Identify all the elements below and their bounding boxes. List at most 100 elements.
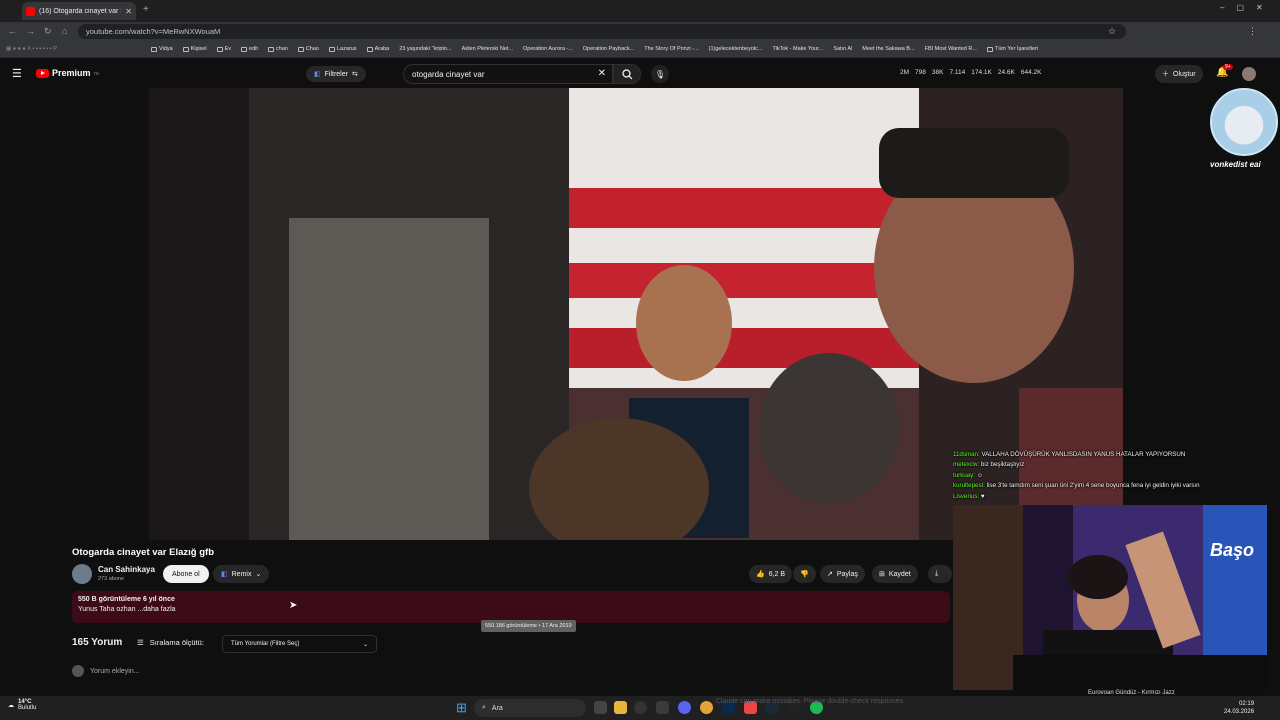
- bookmark-item[interactable]: FBI Most Wanted R...: [925, 46, 977, 52]
- bookmarks-bar: ▦ ● ● ● X ▪ ▪ ▪ ▪ ▪ ▪ P Vidya Kişisel Ev…: [0, 41, 1280, 58]
- search-button[interactable]: [613, 64, 641, 84]
- bookmark-item[interactable]: Operation Aurora -...: [523, 46, 573, 52]
- bookmark-item[interactable]: Araba: [366, 46, 389, 52]
- webcam-frame: [953, 505, 1267, 690]
- folder-icon: [241, 46, 248, 52]
- subscribe-button[interactable]: Abone ol: [163, 565, 209, 583]
- all-bookmarks[interactable]: Tüm Yer İşaretleri: [986, 46, 1038, 52]
- menu-icon[interactable]: ⋮: [1248, 26, 1257, 37]
- filters-button[interactable]: ◧ Filtreler ⇆: [306, 66, 366, 82]
- share-button[interactable]: ↗ Paylaş: [820, 565, 865, 583]
- bookmark-item[interactable]: 23 yaşındaki "kripto...: [399, 46, 451, 52]
- windows-taskbar: ☁ 14°C Bulutlu ⊞ ⌕ Ara 02:19 24.03.2026: [0, 696, 1280, 720]
- bookmark-item[interactable]: The Story Of Ponzi -...: [644, 46, 698, 52]
- clear-search-icon[interactable]: ✕: [598, 68, 606, 79]
- chrome-icon[interactable]: [700, 701, 713, 714]
- description-box[interactable]: 550 B görüntüleme 6 yıl önce Yunus Taha …: [72, 591, 950, 623]
- new-tab-icon[interactable]: +: [143, 4, 149, 15]
- channel-avatar[interactable]: [72, 564, 92, 584]
- bookmark-item[interactable]: Operation Payback...: [583, 46, 634, 52]
- task-view-icon[interactable]: [594, 701, 607, 714]
- bookmark-item[interactable]: Meet the Sakawa B...: [862, 46, 914, 52]
- file-explorer-icon[interactable]: [614, 701, 627, 714]
- dislike-button[interactable]: 👎: [793, 565, 816, 583]
- bookmark-item[interactable]: chan: [267, 46, 288, 52]
- forward-icon[interactable]: →: [26, 26, 35, 36]
- chat-message: kurultepest: lise 3'te tamdım seni şuan …: [953, 482, 1200, 490]
- plus-icon: ＋: [1162, 71, 1169, 78]
- download-icon: ⤓: [935, 570, 939, 577]
- youtube-logo[interactable]: Premium TR: [36, 68, 99, 78]
- url-field[interactable]: youtube.com/watch?v=MeRwNXWouaM: [78, 24, 1126, 39]
- folder-icon: [216, 46, 223, 52]
- taskbar-search[interactable]: ⌕ Ara: [474, 699, 586, 717]
- window-controls[interactable]: –▢✕: [1220, 3, 1275, 12]
- like-button[interactable]: 👍 6,2 B: [749, 565, 793, 583]
- views-tooltip: 550.186 görüntüleme • 17 Ara 2019: [481, 620, 576, 632]
- bookmark-item[interactable]: Lazarus: [328, 46, 357, 52]
- channel-name[interactable]: Can Sahinkaya: [98, 565, 155, 574]
- bookmark-item[interactable]: Satın Al: [833, 46, 852, 52]
- description-text: Yunus Taha ozhan ...daha fazla: [78, 606, 176, 613]
- save-button[interactable]: ⊞ Kaydet: [872, 565, 918, 583]
- discord-icon[interactable]: [678, 701, 691, 714]
- bookmark-item[interactable]: Ev: [216, 46, 231, 52]
- tab-close-icon[interactable]: ✕: [125, 7, 132, 16]
- add-comment-field[interactable]: Yorum ekleyin...: [72, 665, 140, 677]
- weather-widget[interactable]: ☁ 14°C Bulutlu: [8, 699, 36, 711]
- app-icon[interactable]: [656, 701, 669, 714]
- bookmark-item[interactable]: (1)gelecektenbeyolc...: [709, 46, 763, 52]
- chevron-down-icon: ⌄: [362, 641, 368, 648]
- remix-button[interactable]: ◧ Remix ⌄: [213, 565, 270, 583]
- search-input[interactable]: otogarda cinayet var ✕: [403, 64, 613, 84]
- voice-search-icon[interactable]: 🎙: [651, 65, 669, 83]
- youtube-header: ☰ Premium TR ◧ Filtreler ⇆ otogarda cina…: [0, 58, 1280, 90]
- share-icon: ↗: [827, 571, 833, 578]
- windows-start-icon[interactable]: ⊞: [456, 700, 467, 716]
- bookmark-item[interactable]: Kişisel: [182, 46, 207, 52]
- hamburger-menu-icon[interactable]: ☰: [12, 67, 22, 80]
- thumbs-down-icon: 👎: [800, 571, 809, 578]
- url-text: youtube.com/watch?v=MeRwNXWouaM: [86, 27, 221, 36]
- chat-message: metexcw: biz beşiktaşlıyız: [953, 461, 1025, 469]
- create-button[interactable]: ＋ Oluştur: [1155, 65, 1203, 83]
- bookmark-item[interactable]: Vidya: [151, 46, 173, 52]
- chat-message: Lisvenus: ♥: [953, 492, 985, 500]
- pinned-icons[interactable]: ▦ ● ● ● X ▪ ▪ ▪ ▪ ▪ ▪ P: [6, 46, 57, 52]
- folder-icon: [986, 46, 993, 52]
- home-icon[interactable]: ⌂: [62, 26, 67, 36]
- address-bar-row: ← → ↻ ⌂ youtube.com/watch?v=MeRwNXWouaM …: [0, 22, 1280, 41]
- video-title: Otogarda cinayet var Elazığ gfb: [72, 547, 215, 558]
- cam-logo: Başo: [1210, 540, 1255, 560]
- chat-message: turkuay: ☺: [953, 471, 984, 479]
- chevron-down-icon: ⌄: [255, 571, 262, 578]
- back-icon[interactable]: ←: [8, 26, 17, 36]
- browser-tab-bar: (16) Otogarda cinayet var E ✕ + –▢✕: [0, 0, 1280, 22]
- sort-icon: ☰: [137, 638, 144, 647]
- thumbs-up-icon: 👍: [756, 571, 765, 578]
- notification-badge: 9+: [1223, 64, 1233, 70]
- folder-icon: [151, 46, 158, 52]
- streamer-name: vonkedist eai: [1210, 160, 1261, 169]
- browser-tab[interactable]: (16) Otogarda cinayet var E ✕: [22, 2, 136, 20]
- bookmark-star-icon[interactable]: ☆: [1108, 26, 1116, 37]
- youtube-favicon-icon: [26, 6, 35, 16]
- youtube-play-icon: [36, 68, 49, 78]
- sort-comments-button[interactable]: ☰ Sıralama ölçütü:: [137, 638, 204, 647]
- bookmark-item[interactable]: edit: [241, 46, 258, 52]
- stream-chat-overlay: 11dsman: VALLAHA DÖVÜŞÜRÜK YANLISDASIN Y…: [953, 450, 1253, 502]
- comment-count: 165 Yorum: [72, 637, 123, 648]
- streamer-cat-avatar: [1210, 88, 1278, 156]
- comment-filter-select[interactable]: Tüm Yorumlar (Filtre Seç) ⌄: [222, 635, 377, 653]
- reload-icon[interactable]: ↻: [44, 26, 52, 37]
- bookmark-item[interactable]: Aiden Pleterski Net...: [462, 46, 513, 52]
- chatgpt-icon[interactable]: [634, 701, 647, 714]
- account-avatar[interactable]: [1242, 67, 1256, 81]
- bookmark-item[interactable]: TikTok - Make Your...: [772, 46, 823, 52]
- mouse-cursor-icon: ➤: [289, 600, 298, 611]
- bookmark-item[interactable]: Chao: [297, 46, 319, 52]
- folder-icon: [182, 46, 189, 52]
- search-icon: [621, 68, 632, 79]
- download-button[interactable]: ⤓: [928, 565, 952, 583]
- system-clock[interactable]: 02:19 24.03.2026: [1224, 700, 1254, 716]
